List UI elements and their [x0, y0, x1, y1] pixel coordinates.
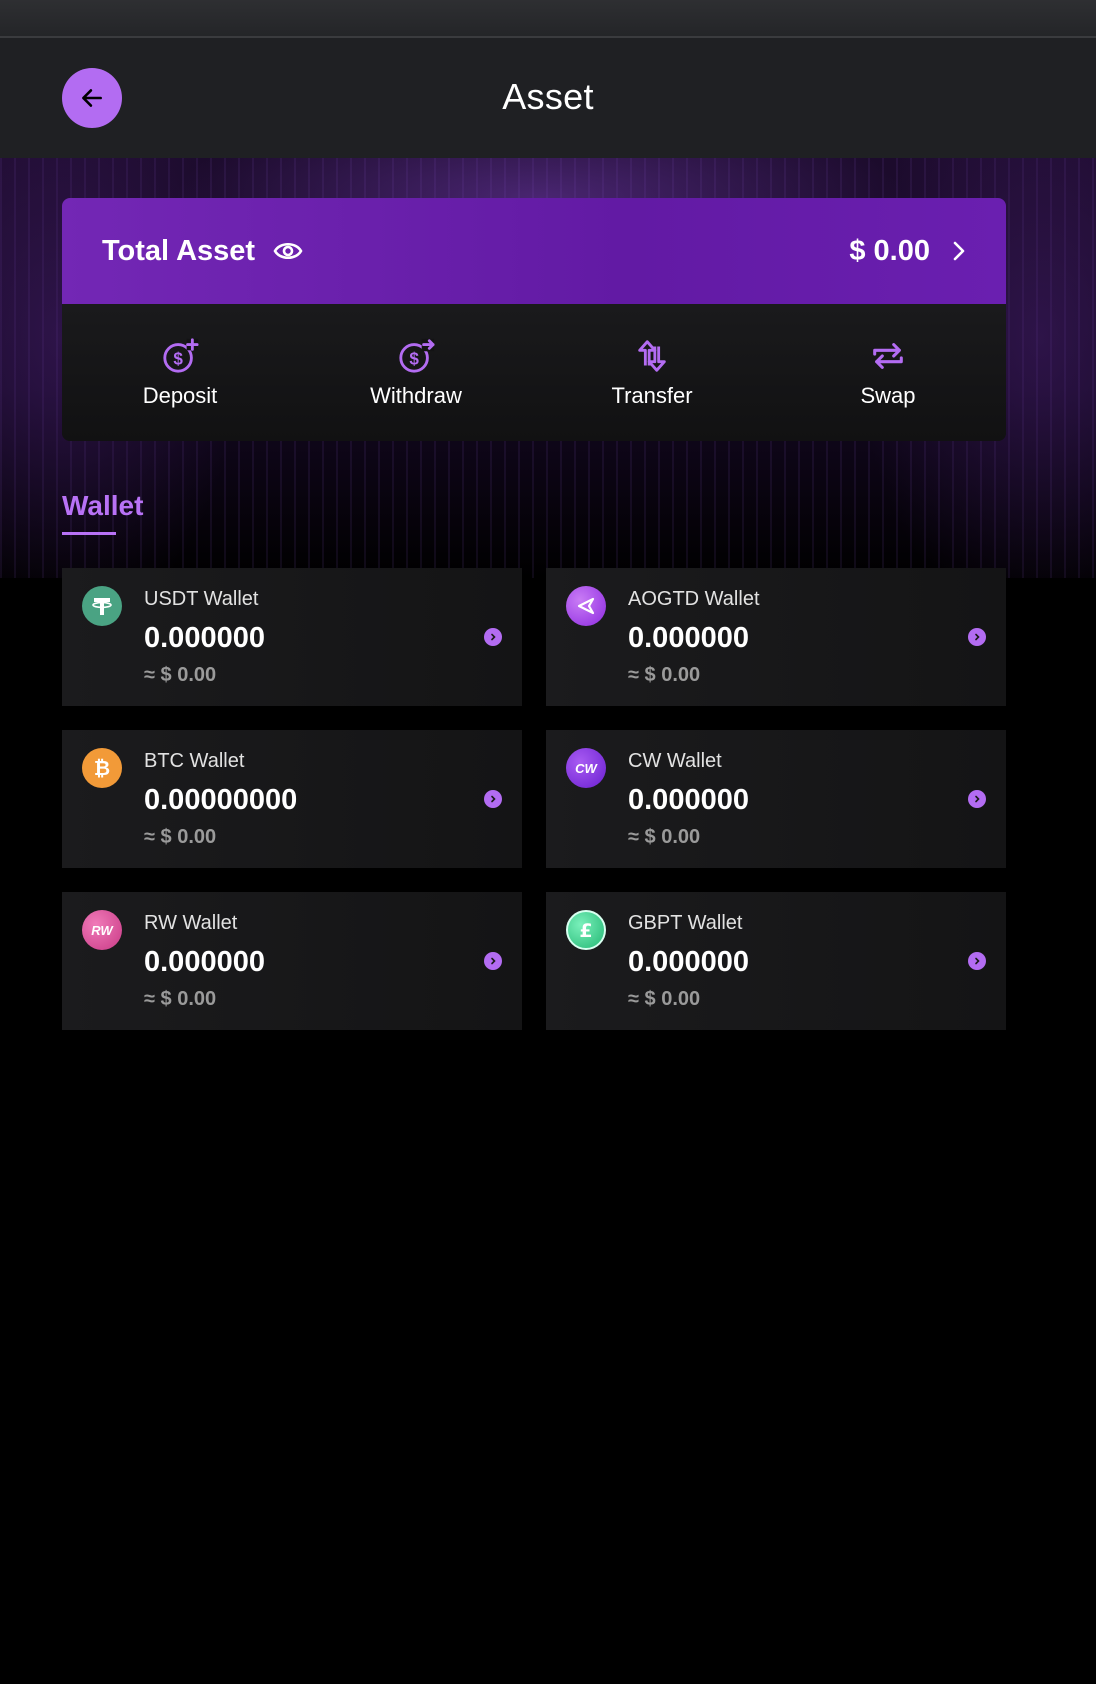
wallet-amount: 0.000000 [144, 946, 265, 978]
wallet-fiat-value: ≈ $ 0.00 [144, 826, 217, 848]
deposit-button[interactable]: $ Deposit [62, 304, 298, 441]
withdraw-label: Withdraw [370, 382, 462, 408]
tab-wallet-underline [62, 532, 116, 535]
wallet-card-cw[interactable]: CW CW Wallet 0.000000 ≈ $ 0.00 [546, 730, 1006, 868]
transfer-icon [638, 339, 666, 372]
page-title: Asset [502, 76, 594, 117]
wallet-name: AOGTD Wallet [628, 588, 760, 610]
wallet-amount: 0.000000 [144, 622, 265, 654]
wallet-name: USDT Wallet [144, 588, 259, 610]
transfer-button[interactable]: Transfer [534, 304, 770, 441]
total-asset-label: Total Asset [102, 234, 256, 267]
wallet-name: RW Wallet [144, 912, 238, 934]
wallet-amount: 0.00000000 [144, 784, 298, 816]
chevron-right-icon[interactable] [952, 240, 966, 262]
usdt-icon [82, 586, 122, 626]
swap-label: Swap [860, 382, 916, 408]
chevron-right-icon[interactable] [968, 790, 986, 808]
asset-actions: $ Deposit $ Withdraw Transfer Swap [62, 304, 1006, 441]
wallet-fiat-value: ≈ $ 0.00 [628, 664, 701, 686]
deposit-icon: $ [163, 337, 199, 373]
wallet-amount: 0.000000 [628, 784, 749, 816]
btc-icon: ₿ [82, 748, 122, 788]
asset-page: Asset Total Asset $ 0.00 $ Deposit $ Wit… [0, 0, 1096, 1684]
wallet-name: BTC Wallet [144, 750, 245, 772]
cw-icon-text: CW [575, 760, 597, 776]
wallet-card-btc[interactable]: ₿ BTC Wallet 0.00000000 ≈ $ 0.00 [62, 730, 522, 868]
wallet-amount: 0.000000 [628, 946, 749, 978]
total-asset-card: Total Asset $ 0.00 $ Deposit $ Withdraw … [62, 198, 1006, 441]
wallet-fiat-value: ≈ $ 0.00 [628, 826, 701, 848]
header: Asset [0, 38, 1096, 158]
wallet-card-usdt[interactable]: USDT Wallet 0.000000 ≈ $ 0.00 [62, 568, 522, 706]
svg-text:£: £ [579, 920, 592, 941]
wallet-card-gbpt[interactable]: £ GBPT Wallet 0.000000 ≈ $ 0.00 [546, 892, 1006, 1030]
swap-icon [873, 342, 903, 369]
tab-wallet[interactable]: Wallet [62, 490, 143, 522]
wallet-card-aogtd[interactable]: AOGTD Wallet 0.000000 ≈ $ 0.00 [546, 568, 1006, 706]
transfer-label: Transfer [611, 382, 693, 408]
wallet-fiat-value: ≈ $ 0.00 [144, 988, 217, 1010]
svg-text:$: $ [173, 349, 183, 368]
total-asset-banner[interactable]: Total Asset $ 0.00 [62, 198, 1006, 304]
withdraw-icon: $ [399, 338, 435, 373]
wallet-fiat-value: ≈ $ 0.00 [144, 664, 217, 686]
aogtd-icon [566, 586, 606, 626]
svg-text:$: $ [409, 349, 419, 368]
gbpt-icon: £ [566, 910, 606, 950]
wallet-fiat-value: ≈ $ 0.00 [628, 988, 701, 1010]
wallet-amount: 0.000000 [628, 622, 749, 654]
cw-icon: CW [566, 748, 606, 788]
total-asset-value: $ 0.00 [849, 234, 930, 267]
wallet-card-rw[interactable]: RW RW Wallet 0.000000 ≈ $ 0.00 [62, 892, 522, 1030]
wallet-name: GBPT Wallet [628, 912, 743, 934]
eye-icon[interactable] [273, 240, 303, 262]
status-bar [0, 0, 1096, 38]
chevron-right-icon[interactable] [484, 952, 502, 970]
withdraw-button[interactable]: $ Withdraw [298, 304, 534, 441]
chevron-right-icon[interactable] [968, 952, 986, 970]
chevron-right-icon[interactable] [484, 628, 502, 646]
rw-icon-text: RW [91, 922, 113, 938]
svg-text:₿: ₿ [94, 756, 110, 780]
deposit-label: Deposit [142, 382, 218, 408]
rw-icon: RW [82, 910, 122, 950]
wallet-name: CW Wallet [628, 750, 722, 772]
chevron-right-icon[interactable] [484, 790, 502, 808]
swap-button[interactable]: Swap [770, 304, 1006, 441]
chevron-right-icon[interactable] [968, 628, 986, 646]
